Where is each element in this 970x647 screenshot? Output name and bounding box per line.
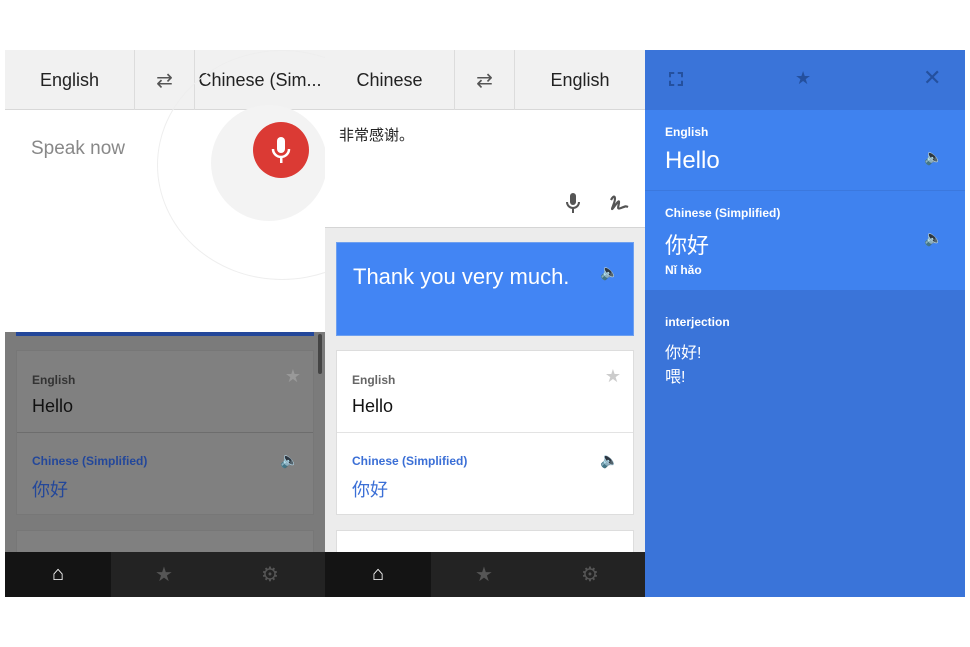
star-icon[interactable]: ★ (285, 366, 301, 387)
close-icon[interactable]: ✕ (923, 65, 941, 91)
nav-settings[interactable]: ⚙ (537, 552, 643, 597)
speak-now-prompt: Speak now (31, 138, 126, 159)
romanization: Nǐ hǎo (665, 263, 702, 277)
target-lang: Chinese (Simplified) (352, 454, 468, 468)
source-text: Hello (352, 396, 394, 416)
gear-icon: ⚙ (261, 564, 279, 586)
handwriting-icon[interactable] (608, 192, 630, 219)
swap-arrows-icon: ⇄ (476, 69, 493, 92)
target-lang: Chinese (Simplified) (665, 206, 781, 220)
star-icon: ★ (155, 564, 173, 586)
scrollbar[interactable] (318, 334, 322, 374)
nav-starred[interactable]: ★ (431, 552, 537, 597)
source-text: Hello (32, 396, 74, 416)
home-icon: ⌂ (51, 563, 65, 585)
swap-languages-button[interactable]: ⇄ (455, 50, 515, 110)
nav-home[interactable]: ⌂ (5, 552, 111, 597)
microphone-icon (271, 137, 291, 163)
input-text[interactable]: 非常感谢。 (339, 124, 414, 145)
nav-settings[interactable]: ⚙ (217, 552, 323, 597)
alternatives-list: 你好! 喂! (665, 342, 701, 390)
source-lang: English (352, 373, 396, 387)
source-language-label: English (39, 69, 100, 90)
swap-arrows-icon: ⇄ (156, 69, 173, 92)
translation-text: Thank you very much. (353, 264, 570, 289)
star-icon[interactable]: ★ (605, 366, 621, 387)
voice-area: Speak now (5, 50, 325, 332)
history-card[interactable]: English Hello ★ Chinese (Simplified) 你好 … (16, 350, 314, 515)
target-language-button[interactable]: English (515, 50, 645, 110)
target-language-label: English (550, 69, 610, 90)
source-language-button[interactable]: English (5, 50, 135, 110)
target-lang: Chinese (Simplified) (32, 454, 148, 468)
alternative-translation: 喂! (665, 369, 686, 386)
history-card[interactable]: English Hello ★ Chinese (Simplified) 你好 … (336, 350, 634, 515)
translate-screen: Chinese ⇄ English 非常感谢。 Thank you very m… (325, 50, 645, 597)
star-icon[interactable]: ★ (795, 68, 811, 89)
voice-input-screen: English ⇄ Chinese (Sim... Speak now Engl… (5, 50, 325, 597)
source-lang: English (32, 373, 76, 387)
translation-result[interactable]: Thank you very much. 🔈 (336, 242, 634, 336)
source-text: Hello (665, 147, 720, 174)
translation-detail: English Hello 🔈 Chinese (Simplified) 你好 … (645, 110, 965, 290)
home-icon: ⌂ (371, 563, 385, 585)
dimmed-history: English Hello ★ Chinese (Simplified) 你好 … (5, 332, 325, 590)
card-edge (16, 332, 314, 336)
alternative-translation: 你好! (665, 345, 702, 362)
star-icon: ★ (475, 564, 493, 586)
mic-button[interactable] (253, 122, 309, 178)
bottom-nav: ⌂ ★ ⚙ (5, 552, 325, 597)
source-language-label: Chinese (356, 69, 423, 90)
speaker-icon[interactable]: 🔈 (600, 451, 619, 469)
speaker-icon[interactable]: 🔈 (924, 148, 943, 166)
microphone-icon[interactable] (565, 192, 581, 219)
speaker-icon[interactable]: 🔈 (600, 263, 619, 281)
language-bar: Chinese ⇄ English (325, 50, 645, 110)
target-text: 你好 (665, 233, 710, 258)
detail-screen: ★ ✕ English Hello 🔈 Chinese (Simplified)… (645, 50, 965, 597)
target-text: 你好 (32, 480, 68, 500)
part-of-speech: interjection (665, 315, 730, 329)
source-language-button[interactable]: Chinese (325, 50, 455, 110)
source-lang: English (665, 125, 709, 139)
gear-icon: ⚙ (581, 564, 599, 586)
fullscreen-icon[interactable] (669, 72, 683, 86)
input-area[interactable]: 非常感谢。 (325, 110, 645, 228)
detail-toolbar: ★ ✕ (645, 50, 965, 110)
target-text: 你好 (352, 480, 388, 500)
bottom-nav: ⌂ ★ ⚙ (325, 552, 645, 597)
nav-home[interactable]: ⌂ (325, 552, 431, 597)
divider (17, 432, 313, 433)
speaker-icon[interactable]: 🔈 (924, 229, 943, 247)
speaker-icon[interactable]: 🔈 (280, 451, 299, 469)
divider (337, 432, 633, 433)
nav-starred[interactable]: ★ (111, 552, 217, 597)
divider (645, 190, 965, 191)
